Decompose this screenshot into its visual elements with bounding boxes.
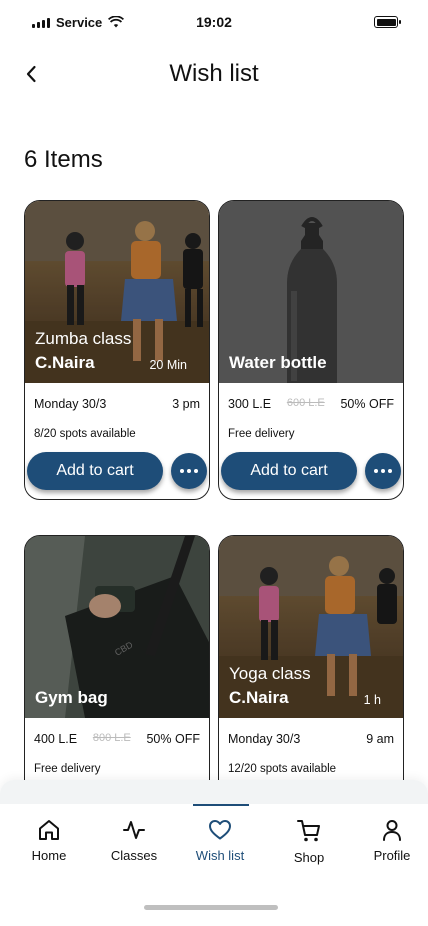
home-indicator[interactable] [144, 905, 278, 910]
add-to-cart-button[interactable]: Add to cart [221, 452, 357, 490]
card-coach: C.Naira [229, 688, 289, 707]
tab-profile[interactable]: Profile [352, 818, 428, 863]
card-duration: 1 h [363, 693, 381, 707]
tab-wish-list[interactable]: Wish list [180, 818, 260, 863]
card-spots: 12/20 spots available [228, 763, 337, 775]
page-title: Wish list [169, 60, 259, 87]
card-price: 400 L.E [34, 732, 78, 746]
status-bar: Service 19:02 [0, 0, 428, 44]
card-delivery: Free delivery [34, 763, 101, 775]
card-price-row: 400 L.E 800 L.E 50% OFF [34, 732, 200, 746]
add-to-cart-button[interactable]: Add to cart [27, 452, 163, 490]
card-discount: 50% OFF [146, 732, 200, 746]
more-options-button[interactable] [365, 453, 401, 489]
chevron-left-icon [26, 65, 36, 83]
heart-icon [209, 820, 231, 840]
carrier-label: Service [56, 14, 103, 30]
card-image: CBD Gym bag [25, 536, 209, 718]
header: Wish list [0, 52, 428, 96]
tab-label: Classes [110, 848, 158, 863]
card-title: Yoga class [229, 664, 311, 683]
cart-icon [297, 820, 320, 842]
home-icon [39, 820, 59, 840]
signal-icon [32, 17, 50, 28]
tabbar-top-strip [0, 780, 428, 804]
card-old-price: 800 L.E [92, 732, 131, 744]
activity-icon [123, 821, 145, 839]
active-tab-indicator [193, 804, 249, 806]
more-options-button[interactable] [171, 453, 207, 489]
tab-label: Profile [373, 848, 411, 863]
card-date: Monday 30/3 [34, 397, 107, 411]
tab-label: Wish list [195, 848, 245, 863]
battery-icon [374, 16, 401, 28]
card-price-row: 300 L.E 600 L.E 50% OFF [228, 397, 394, 411]
card-coach: C.Naira [35, 353, 95, 372]
tab-label: Home [31, 848, 67, 863]
user-icon [383, 820, 401, 841]
wifi-icon [108, 16, 125, 28]
card-title: Zumba class [35, 329, 132, 348]
wishlist-card-zumba[interactable]: Zumba class C.Naira 20 Min Monday 30/3 3… [24, 200, 210, 500]
card-old-price: 600 L.E [286, 397, 325, 409]
tab-classes[interactable]: Classes [94, 818, 174, 863]
items-count: 6 Items [24, 146, 103, 173]
card-image: Water bottle [219, 201, 403, 383]
card-spots: 8/20 spots available [34, 428, 136, 440]
status-left: Service [32, 14, 125, 30]
card-schedule-row: Monday 30/3 9 am [228, 732, 394, 746]
card-image: Yoga class C.Naira 1 h [219, 536, 403, 718]
card-delivery: Free delivery [228, 428, 295, 440]
card-title: Water bottle [229, 353, 327, 372]
tab-shop[interactable]: Shop [269, 818, 349, 865]
tab-home[interactable]: Home [9, 818, 89, 863]
card-schedule-row: Monday 30/3 3 pm [34, 397, 200, 411]
clock: 19:02 [196, 14, 232, 30]
card-image: Zumba class C.Naira 20 Min [25, 201, 209, 383]
card-discount: 50% OFF [340, 397, 394, 411]
card-price: 300 L.E [228, 397, 272, 411]
tab-label: Shop [293, 850, 325, 865]
wishlist-card-water-bottle[interactable]: Water bottle 300 L.E 600 L.E 50% OFF Fre… [218, 200, 404, 500]
card-time: 3 pm [172, 397, 200, 411]
card-date: Monday 30/3 [228, 732, 301, 746]
card-title: Gym bag [35, 688, 108, 707]
card-time: 9 am [366, 732, 394, 746]
back-button[interactable] [16, 58, 46, 90]
card-duration: 20 Min [149, 358, 187, 372]
